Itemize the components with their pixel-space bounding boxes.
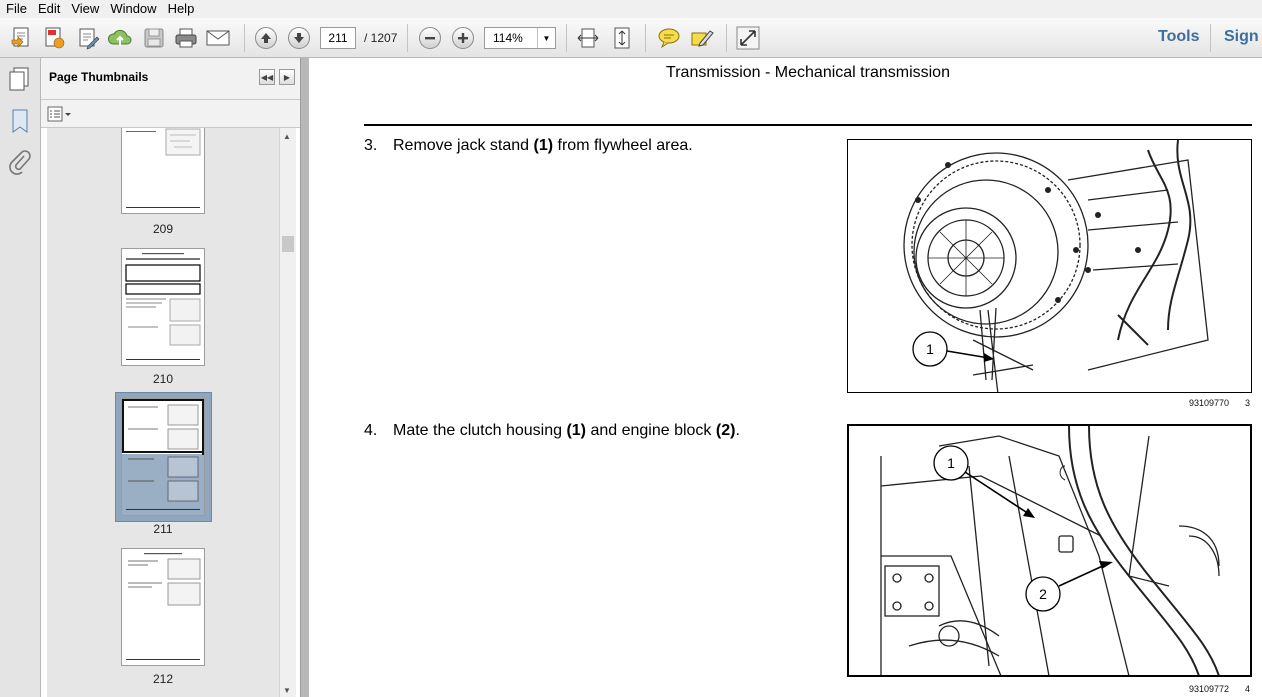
page-thumbnails-icon[interactable] xyxy=(8,66,32,95)
thumbnail-page-211[interactable] xyxy=(121,398,206,516)
fit-page-icon[interactable] xyxy=(608,24,636,52)
figure-clutch-housing: 1 2 xyxy=(847,424,1252,677)
thumbnail-label: 209 xyxy=(152,222,174,236)
toolbar: 211 / 1207 114% ▼ Tools Sign xyxy=(0,18,1262,58)
panel-menu-icon[interactable]: ▶ xyxy=(279,69,295,85)
expand-icon[interactable] xyxy=(734,24,762,52)
scroll-down-icon[interactable]: ▼ xyxy=(283,686,291,695)
menu-file[interactable]: File xyxy=(0,0,32,18)
menu-bar: File Edit View Window Help xyxy=(0,0,1262,18)
figure-index: 3 xyxy=(1245,398,1251,408)
step-text: from flywheel area. xyxy=(553,137,693,154)
zoom-select[interactable]: 114% ▼ xyxy=(484,27,556,49)
cloud-upload-icon[interactable] xyxy=(106,24,134,52)
zoom-value: 114% xyxy=(493,31,523,45)
thumbnail-scrollbar[interactable]: ▲ ▼ xyxy=(279,128,296,697)
list-options-icon xyxy=(47,106,71,122)
step-3: 3. Remove jack stand (1) from flywheel ar… xyxy=(364,137,693,155)
figure-index: 4 xyxy=(1245,684,1251,694)
collapse-panel-icon[interactable]: ◀◀ xyxy=(259,69,275,85)
thumbnail-list: 209 210 211 212 xyxy=(47,128,279,697)
minus-icon xyxy=(419,27,441,49)
scroll-up-icon[interactable]: ▲ xyxy=(283,132,291,141)
page-total-label: / 1207 xyxy=(364,31,398,45)
arrow-up-icon xyxy=(255,27,277,49)
page-number-input[interactable]: 211 xyxy=(320,27,356,49)
sign-button[interactable]: Sign xyxy=(1224,28,1259,46)
menu-view[interactable]: View xyxy=(65,0,104,18)
edit-document-icon[interactable] xyxy=(74,24,102,52)
step-text: Remove jack stand xyxy=(393,137,534,154)
menu-help[interactable]: Help xyxy=(162,0,200,18)
step-callout-ref: (2) xyxy=(715,422,736,439)
step-4: 4. Mate the clutch housing (1) and engine… xyxy=(364,422,740,440)
save-icon[interactable] xyxy=(140,24,168,52)
thumbnail-page-212[interactable] xyxy=(121,548,205,666)
step-text: Mate the clutch housing xyxy=(393,422,567,439)
arrow-down-icon xyxy=(288,27,310,49)
scrollbar-thumb[interactable] xyxy=(282,236,294,252)
step-text: and engine block xyxy=(586,422,716,439)
thumbnail-options-button[interactable] xyxy=(47,105,73,123)
clutch-housing-illustration: 1 2 xyxy=(880,426,1220,675)
menu-edit[interactable]: Edit xyxy=(32,0,65,18)
attachments-icon[interactable] xyxy=(8,150,32,179)
panel-splitter[interactable] xyxy=(300,58,309,697)
zoom-out-button[interactable] xyxy=(416,24,444,52)
thumbnail-page-210[interactable] xyxy=(121,248,205,366)
thumbnail-label: 212 xyxy=(152,672,174,686)
flywheel-illustration: 1 xyxy=(903,140,1209,392)
step-callout-ref: (1) xyxy=(533,137,554,154)
bookmarks-icon[interactable] xyxy=(8,108,32,137)
export-pdf-icon[interactable] xyxy=(40,24,68,52)
chevron-down-icon[interactable]: ▼ xyxy=(537,28,555,48)
figure-callout: 2 xyxy=(1039,586,1047,602)
figure-id: 93109772 xyxy=(1189,684,1230,694)
figure-callout: 1 xyxy=(926,341,934,357)
next-page-button[interactable] xyxy=(285,24,313,52)
plus-icon xyxy=(452,27,474,49)
page-header: Transmission - Mechanical transmission xyxy=(666,64,950,81)
header-rule xyxy=(364,124,1252,126)
step-callout-ref: (1) xyxy=(566,422,586,439)
panel-options xyxy=(41,100,300,128)
step-text: . xyxy=(735,422,740,439)
step-number: 3. xyxy=(364,137,378,154)
highlight-icon[interactable] xyxy=(688,24,716,52)
tools-button[interactable]: Tools xyxy=(1158,28,1199,46)
menu-window[interactable]: Window xyxy=(104,0,161,18)
thumbnail-label: 211 xyxy=(153,522,173,536)
print-icon[interactable] xyxy=(172,24,200,52)
previous-page-button[interactable] xyxy=(252,24,280,52)
comment-icon[interactable] xyxy=(655,24,683,52)
thumbnails-panel: Page Thumbnails ◀◀ ▶ 209 210 211 212 ▲ ▼ xyxy=(41,58,300,697)
panel-title: Page Thumbnails xyxy=(49,70,149,84)
figure-callout: 1 xyxy=(947,455,955,471)
thumbnail-label: 210 xyxy=(152,372,174,386)
fit-page-width-icon[interactable] xyxy=(574,24,602,52)
document-view[interactable]: Transmission - Mechanical transmission 3… xyxy=(309,58,1262,697)
figure-id: 93109770 xyxy=(1189,398,1230,408)
create-pdf-icon[interactable] xyxy=(8,24,36,52)
step-number: 4. xyxy=(364,422,378,439)
zoom-in-button[interactable] xyxy=(449,24,477,52)
panel-header: Page Thumbnails ◀◀ ▶ xyxy=(41,58,300,100)
navigation-strip xyxy=(0,58,41,697)
figure-flywheel-jack-stand: 1 xyxy=(847,139,1252,393)
email-icon[interactable] xyxy=(204,24,232,52)
thumbnail-page-209[interactable] xyxy=(121,128,205,214)
